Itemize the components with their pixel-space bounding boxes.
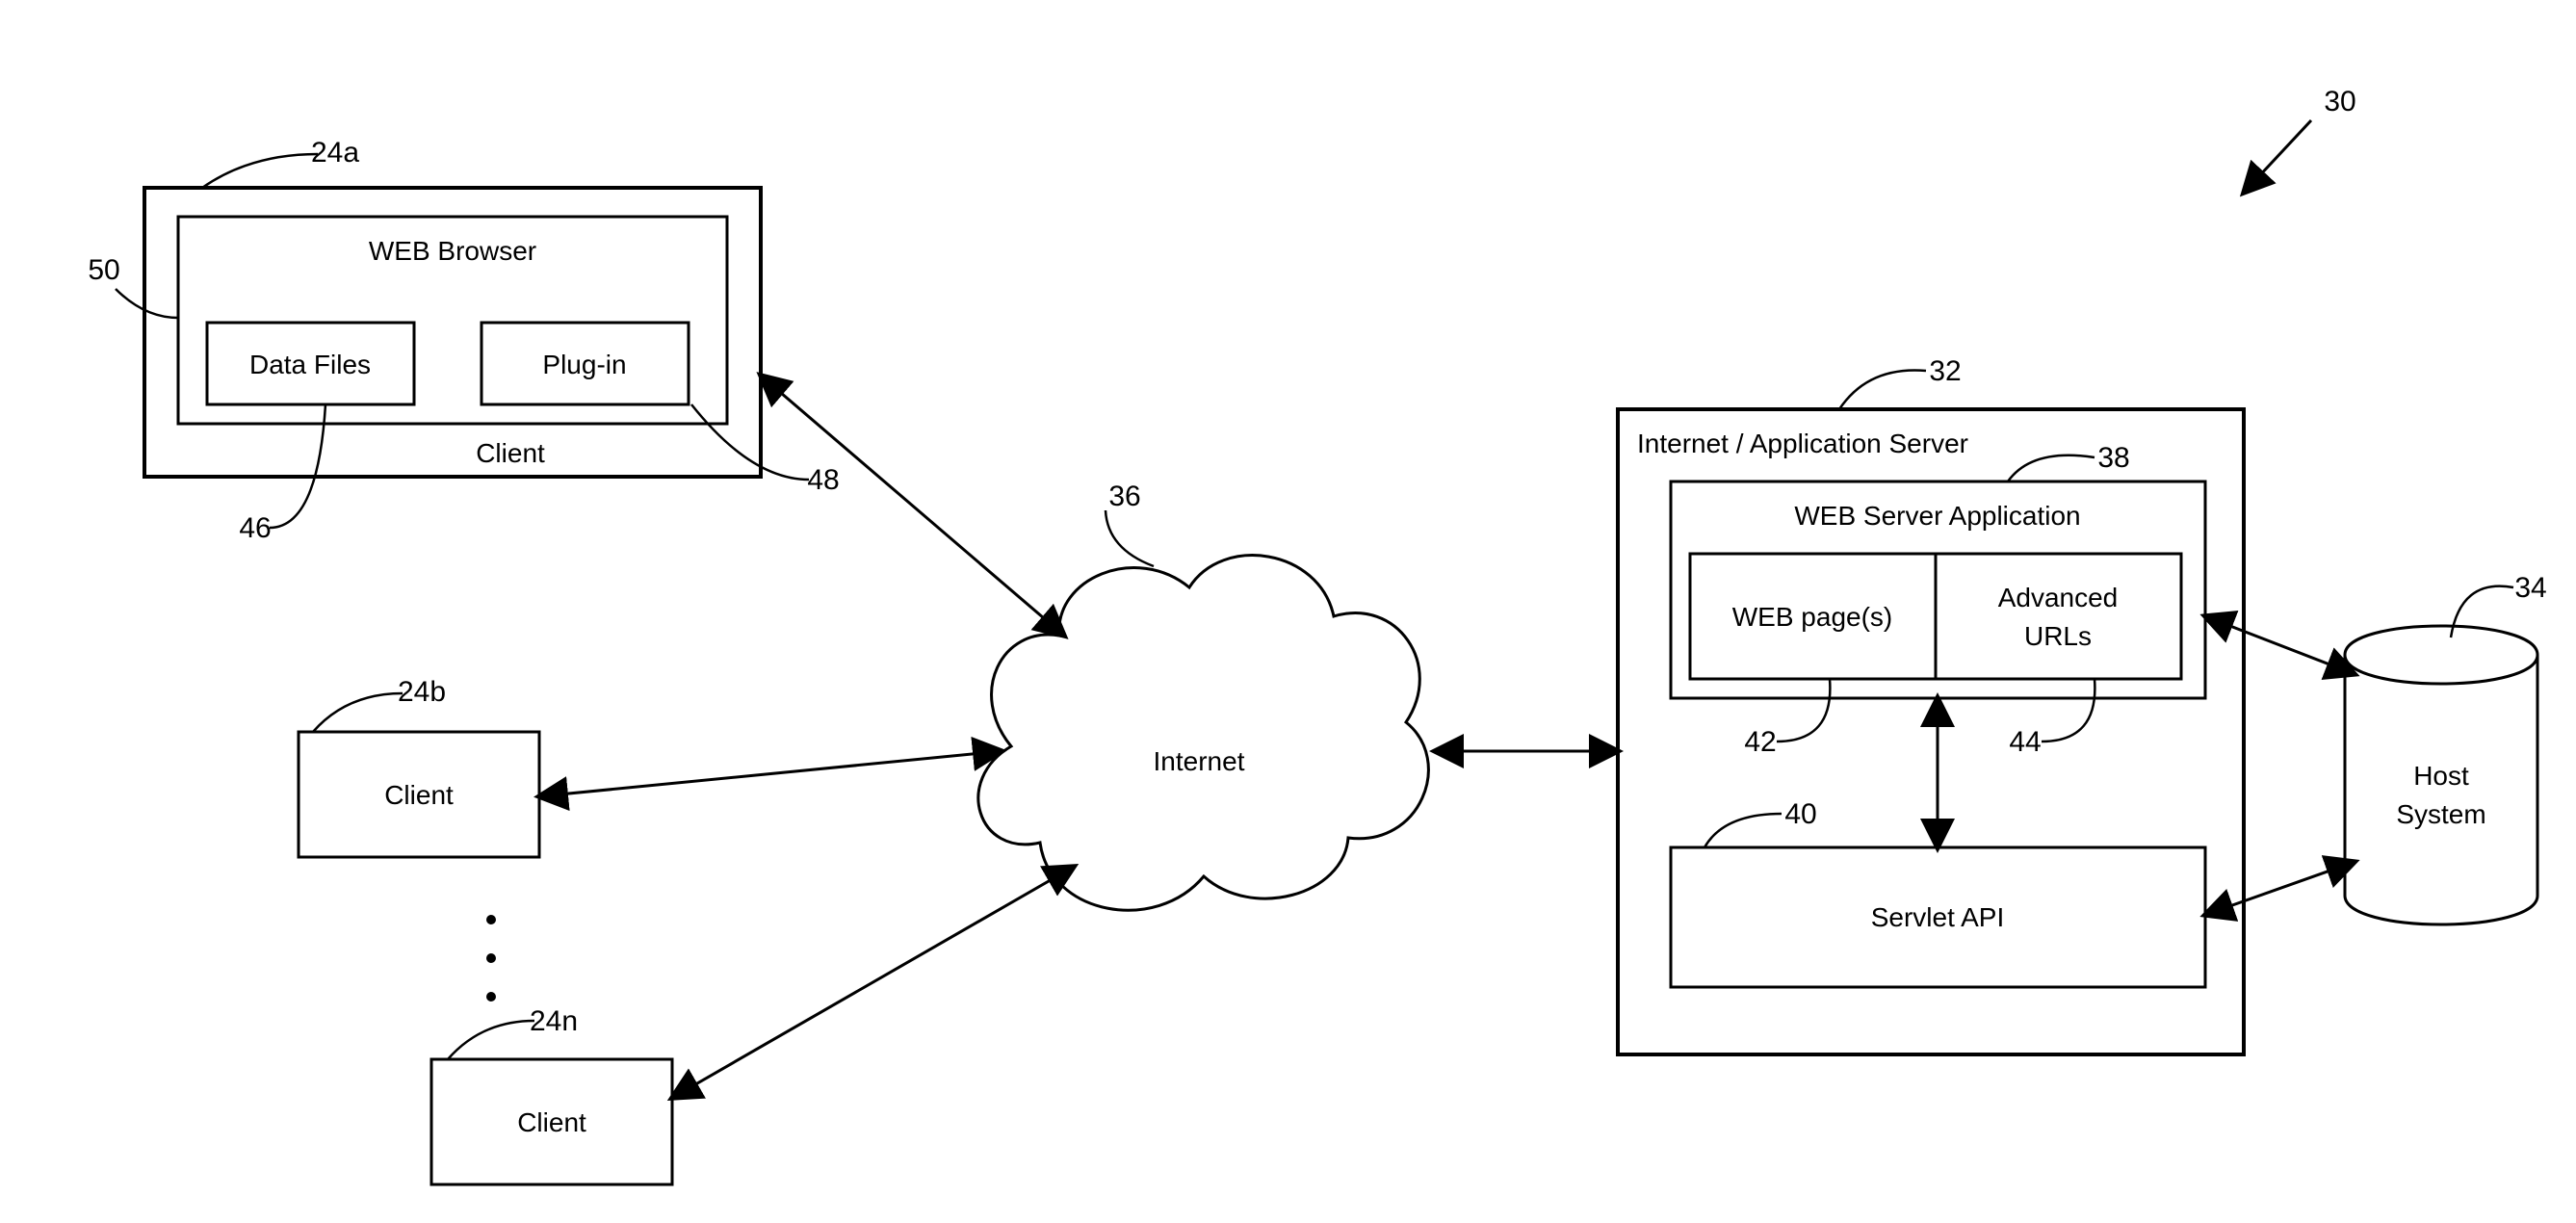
host-label2: System: [2396, 799, 2485, 829]
ref-40: 40: [1784, 798, 1816, 830]
web-pages-label: WEB page(s): [1732, 602, 1893, 632]
plugin-label: Plug-in: [542, 350, 626, 379]
ellipsis-dot: [486, 992, 496, 1002]
ref-50: 50: [88, 254, 119, 286]
arrow-30: [2244, 120, 2311, 193]
adv-urls-label1: Advanced: [1998, 583, 2119, 612]
arrow-client-a-internet: [761, 376, 1064, 636]
ref-44: 44: [2009, 726, 2041, 758]
arrow-client-b-internet: [539, 751, 1002, 796]
arrow-client-n-internet: [672, 867, 1074, 1098]
internet-label: Internet: [1154, 746, 1245, 776]
ref-24a: 24a: [311, 137, 359, 169]
ref-32: 32: [1929, 355, 1961, 387]
lead-32: [1839, 371, 1926, 410]
ref-48: 48: [807, 464, 839, 496]
lead-24b: [313, 693, 403, 732]
architecture-diagram: Client WEB Browser Data Files Plug-in 24…: [0, 0, 2576, 1223]
lead-36: [1106, 510, 1154, 566]
adv-urls-label2: URLs: [2024, 621, 2092, 651]
lead-24n: [448, 1021, 534, 1059]
ref-38: 38: [2097, 442, 2129, 474]
lead-24a: [202, 154, 318, 188]
app-server-label: Internet / Application Server: [1637, 429, 1968, 458]
ref-46: 46: [239, 512, 271, 544]
adv-urls-box: [1936, 554, 2181, 679]
client-n-label: Client: [517, 1107, 586, 1137]
client-a-label: Client: [476, 438, 545, 468]
client-b-label: Client: [384, 780, 454, 810]
ellipsis-dot: [486, 915, 496, 924]
data-files-label: Data Files: [249, 350, 371, 379]
web-browser-label: WEB Browser: [369, 236, 536, 266]
ref-24n: 24n: [530, 1005, 578, 1037]
ellipsis-dot: [486, 953, 496, 963]
web-server-app-label: WEB Server Application: [1794, 501, 2080, 531]
ref-30: 30: [2324, 86, 2355, 117]
servlet-label: Servlet API: [1871, 902, 2005, 932]
ref-24b: 24b: [398, 676, 446, 708]
ref-34: 34: [2514, 572, 2546, 604]
host-label1: Host: [2413, 761, 2469, 791]
ref-36: 36: [1108, 481, 1140, 512]
ref-42: 42: [1744, 726, 1776, 758]
internet-cloud: [978, 556, 1428, 911]
